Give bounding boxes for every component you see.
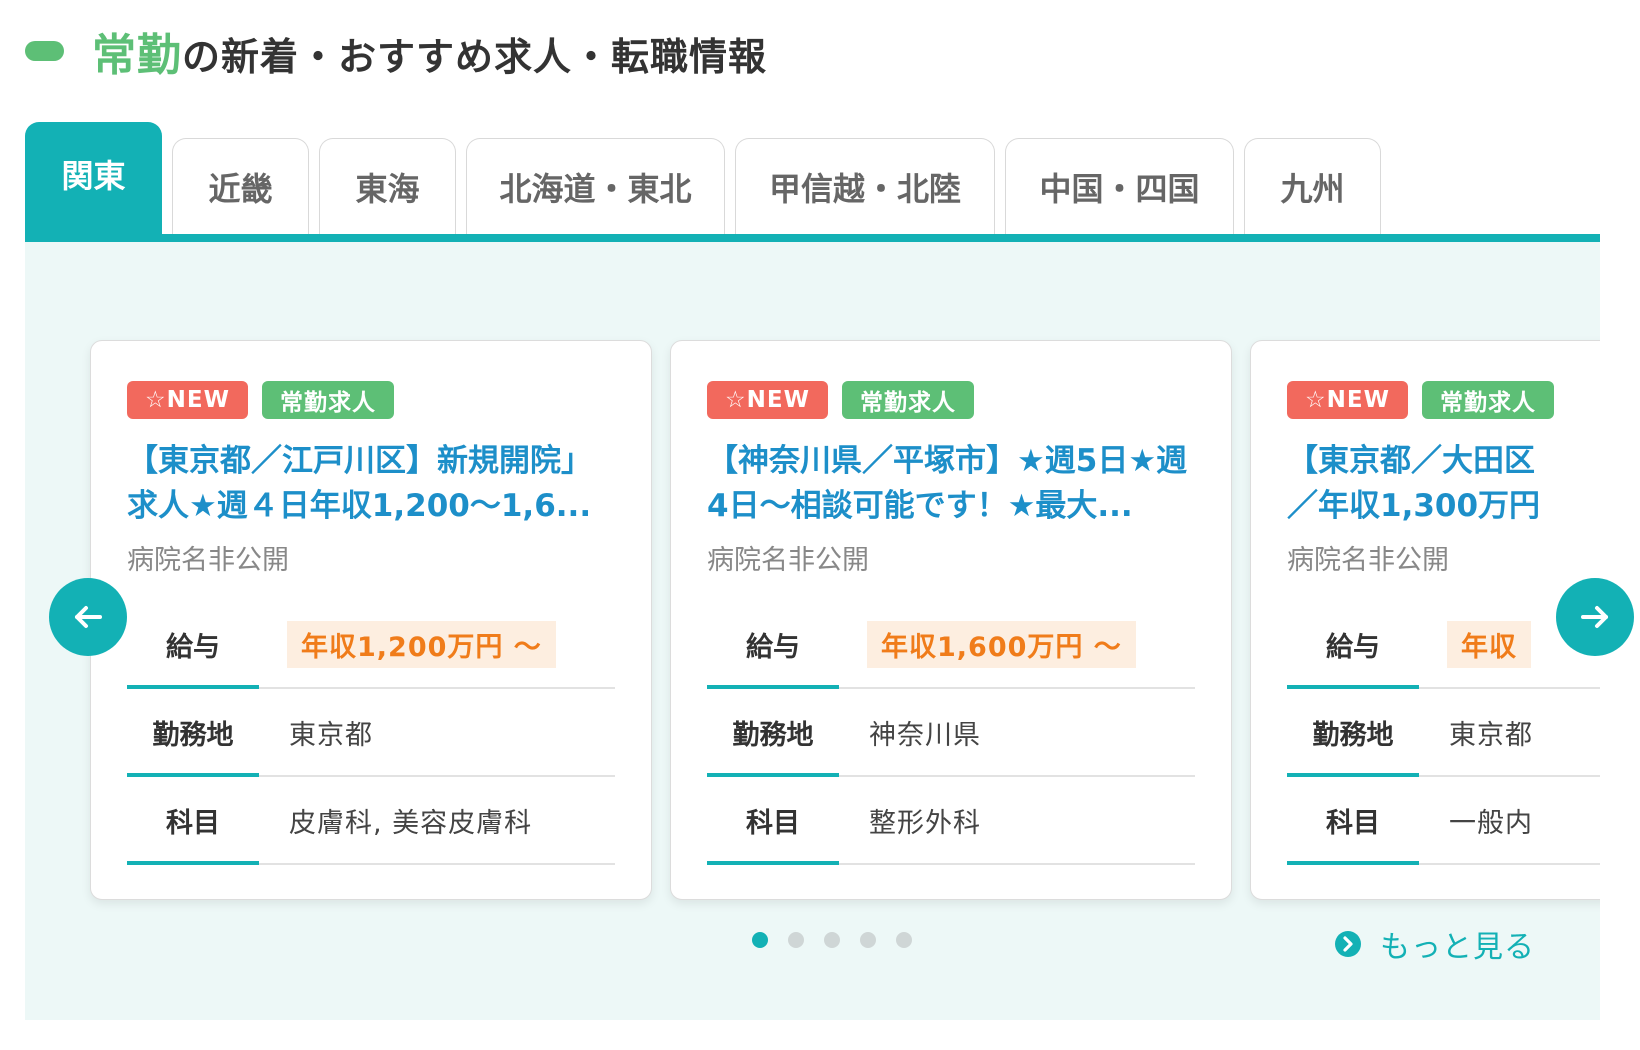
employment-type-badge: 常勤求人 [261, 381, 394, 419]
job-title-line: ／年収1,300万円 [1287, 488, 1541, 524]
location-value: 東京都 [1449, 719, 1533, 751]
job-card[interactable]: ☆NEW 常勤求人 【東京都／江戸川区】新規開院」求人★週４日年収1,200〜1… [90, 340, 652, 900]
tab-koshinetsu-hokuriku[interactable]: 甲信越・北陸 [735, 138, 995, 234]
section-heading: 常勤の新着・おすすめ求人・転職情報 [25, 18, 767, 84]
arrow-left-icon [75, 606, 102, 628]
employment-type-badge: 常勤求人 [1421, 381, 1554, 419]
badge-group: ☆NEW 常勤求人 [1287, 381, 1600, 419]
hospital-name: 病院名非公開 [127, 545, 289, 576]
job-title-link[interactable]: 【神奈川県／平塚市】★週5日★週4日〜相談可能です！★最大... [707, 439, 1195, 529]
new-badge: ☆NEW [1287, 381, 1408, 419]
job-card[interactable]: ☆NEW 常勤求人 【東京都／大田区 ／年収1,300万円 病院名非公開 給与 … [1250, 340, 1600, 900]
tab-kinki[interactable]: 近畿 [172, 138, 309, 234]
carousel-next-button[interactable] [1556, 578, 1634, 656]
arrow-right-icon [1581, 606, 1608, 628]
job-title-link[interactable]: 【東京都／大田区 ／年収1,300万円 [1287, 439, 1600, 529]
salary-value: 年収1,600万円 〜 [867, 620, 1136, 668]
department-value: 整形外科 [869, 807, 981, 839]
location-label: 勤務地 [152, 719, 234, 751]
pagination-dot[interactable] [788, 932, 804, 948]
job-details: 給与 年収 勤務地 東京都 科目 一般内 [1287, 601, 1600, 865]
location-label: 勤務地 [732, 719, 814, 751]
location-value: 東京都 [289, 719, 373, 751]
location-row: 勤務地 神奈川県 [707, 689, 1195, 777]
department-value: 一般内 [1449, 807, 1533, 839]
salary-row: 給与 年収1,200万円 〜 [127, 601, 615, 689]
salary-value: 年収 [1447, 620, 1531, 668]
location-row: 勤務地 東京都 [1287, 689, 1600, 777]
tab-kanto[interactable]: 関東 [25, 122, 162, 234]
salary-label: 給与 [166, 631, 220, 663]
pagination-dot[interactable] [824, 932, 840, 948]
department-label: 科目 [166, 807, 220, 839]
location-value: 神奈川県 [869, 719, 981, 751]
salary-label: 給与 [1326, 631, 1380, 663]
heading-accent-bar [25, 41, 64, 61]
salary-label: 給与 [746, 631, 800, 663]
salary-row: 給与 年収1,600万円 〜 [707, 601, 1195, 689]
pagination-dot[interactable] [896, 932, 912, 948]
badge-group: ☆NEW 常勤求人 [127, 381, 615, 419]
job-card[interactable]: ☆NEW 常勤求人 【神奈川県／平塚市】★週5日★週4日〜相談可能です！★最大.… [670, 340, 1232, 900]
new-badge: ☆NEW [707, 381, 828, 419]
hospital-name: 病院名非公開 [707, 545, 869, 576]
department-row: 科目 整形外科 [707, 777, 1195, 865]
badge-group: ☆NEW 常勤求人 [707, 381, 1195, 419]
job-details: 給与 年収1,200万円 〜 勤務地 東京都 科目 皮膚科, 美容皮膚科 [127, 601, 615, 865]
employment-type-badge: 常勤求人 [841, 381, 974, 419]
salary-row: 給与 年収 [1287, 601, 1600, 689]
region-tabs: 関東 近畿 東海 北海道・東北 甲信越・北陸 中国・四国 九州 [25, 122, 1600, 234]
location-label: 勤務地 [1312, 719, 1394, 751]
job-title-link[interactable]: 【東京都／江戸川区】新規開院」求人★週４日年収1,200〜1,6... [127, 439, 615, 529]
tab-panel: ☆NEW 常勤求人 【東京都／江戸川区】新規開院」求人★週４日年収1,200〜1… [25, 234, 1600, 1020]
see-more-label: もっと見る [1380, 930, 1535, 965]
department-label: 科目 [1326, 807, 1380, 839]
pagination-dot[interactable] [752, 932, 768, 948]
carousel-pagination [752, 932, 912, 948]
department-label: 科目 [746, 807, 800, 839]
tab-hokkaido-tohoku[interactable]: 北海道・東北 [466, 138, 725, 234]
department-row: 科目 一般内 [1287, 777, 1600, 865]
department-row: 科目 皮膚科, 美容皮膚科 [127, 777, 615, 865]
job-details: 給与 年収1,600万円 〜 勤務地 神奈川県 科目 整形外科 [707, 601, 1195, 865]
tab-chugoku-shikoku[interactable]: 中国・四国 [1005, 138, 1234, 234]
pagination-dot[interactable] [860, 932, 876, 948]
see-more-link[interactable]: もっと見る [1334, 922, 1535, 966]
job-carousel: ☆NEW 常勤求人 【東京都／江戸川区】新規開院」求人★週４日年収1,200〜1… [90, 340, 1600, 900]
hospital-name: 病院名非公開 [1287, 545, 1449, 576]
carousel-prev-button[interactable] [49, 578, 127, 656]
new-badge: ☆NEW [127, 381, 248, 419]
chevron-circle-right-icon [1335, 931, 1361, 957]
heading-title-text: の新着・おすすめ求人・転職情報 [182, 35, 768, 79]
page-title: 常勤の新着・おすすめ求人・転職情報 [92, 19, 767, 83]
tab-tokai[interactable]: 東海 [319, 138, 456, 234]
job-title-line: 【東京都／大田区 [1287, 443, 1535, 479]
location-row: 勤務地 東京都 [127, 689, 615, 777]
heading-accent-text: 常勤 [92, 30, 182, 81]
tab-kyushu[interactable]: 九州 [1244, 138, 1381, 234]
salary-value: 年収1,200万円 〜 [287, 620, 556, 668]
department-value: 皮膚科, 美容皮膚科 [289, 807, 533, 839]
